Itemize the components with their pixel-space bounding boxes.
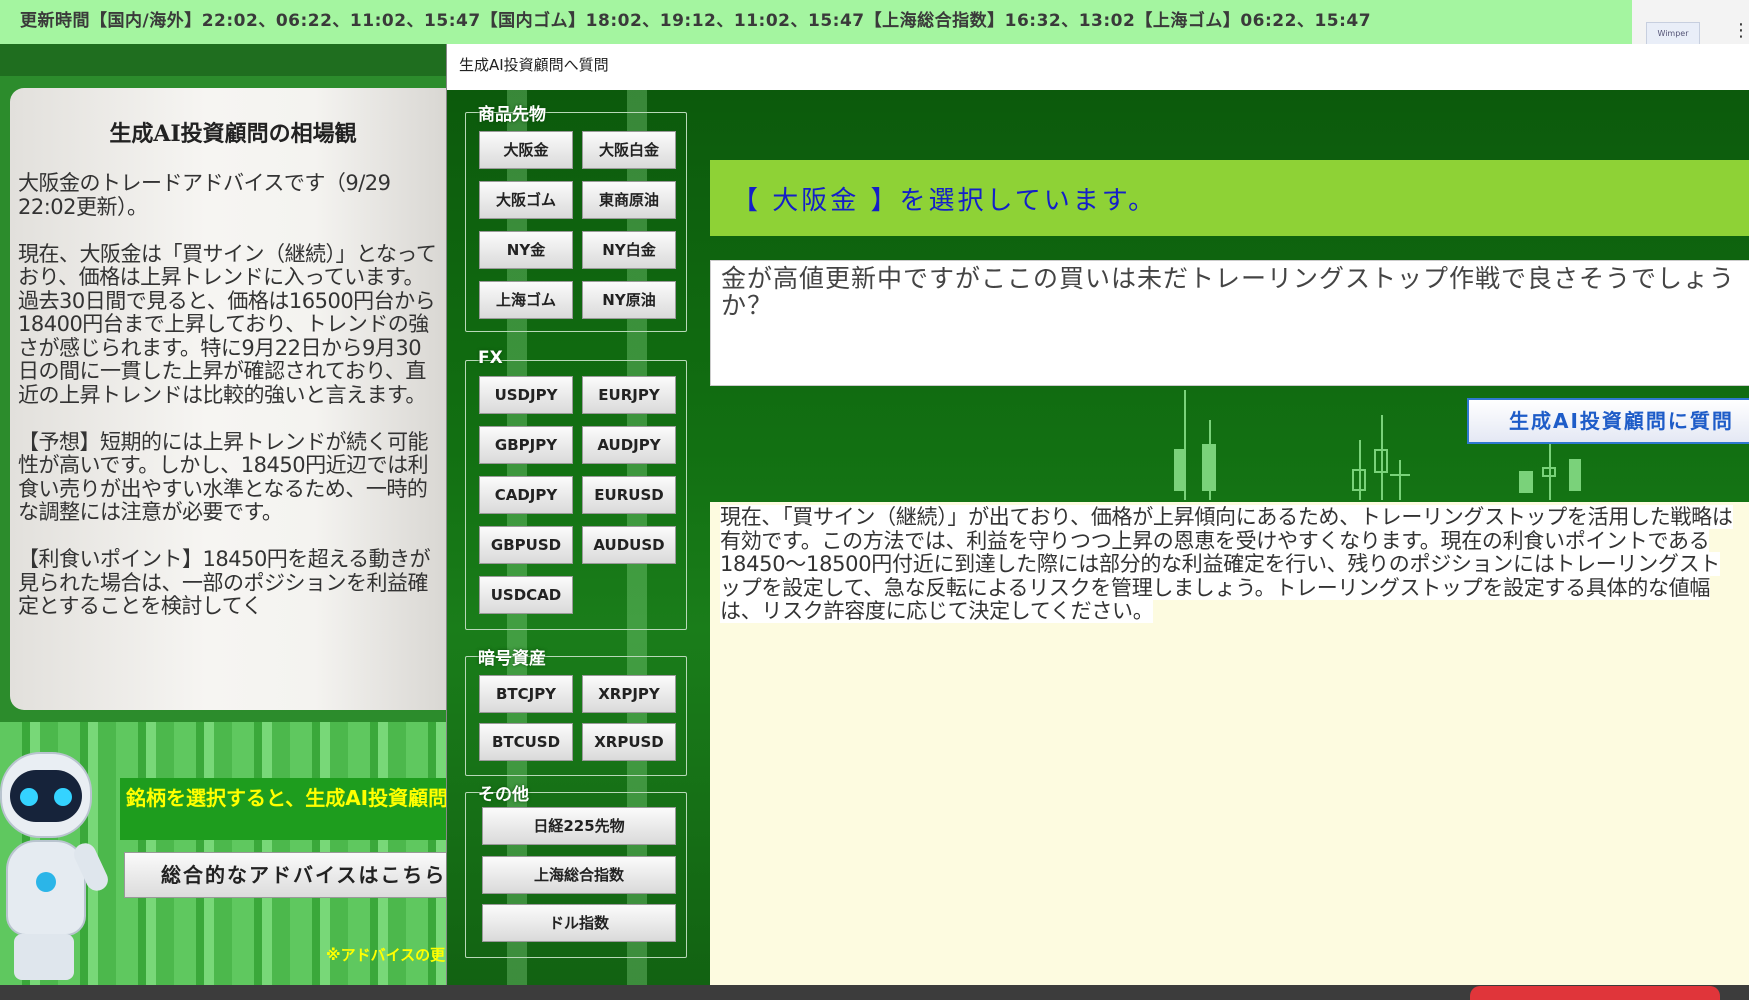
symbol-button-shanghai-composite[interactable]: 上海総合指数	[482, 856, 676, 894]
symbol-button-xrpjpy[interactable]: XRPJPY	[582, 675, 676, 713]
symbol-button-shanghai-rubber[interactable]: 上海ゴム	[479, 281, 573, 319]
symbol-button-ny-platinum[interactable]: NY白金	[582, 231, 676, 269]
ask-advisor-button[interactable]: 生成AI投資顧問に質問	[1467, 398, 1749, 444]
advice-paragraph: 現在、大阪金は「買サイン（継続）」となっており、価格は上昇トレンドに入っています…	[18, 241, 437, 407]
group-other: その他 日経225先物 上海総合指数 ドル指数	[465, 785, 687, 958]
symbol-button-usdjpy[interactable]: USDJPY	[479, 376, 573, 414]
ai-advisor-dialog: 生成AI投資顧問へ質問 商品先物 大阪金 大阪白金 大阪ゴム 東商原油 NY金 …	[446, 44, 1749, 988]
advice-paragraph: 大阪金のトレードアドバイスです（9/29 22:02更新）。	[18, 171, 397, 219]
market-view-title: 生成AI投資顧問の相場観	[109, 121, 357, 147]
robot-eye-right	[54, 788, 72, 806]
robot-chest-light	[36, 872, 56, 892]
left-pane-header-band	[0, 44, 446, 76]
top-right-toolbar: Wimper ⋮	[1632, 0, 1749, 46]
symbol-button-audjpy[interactable]: AUDJPY	[582, 426, 676, 464]
selection-hint: 銘柄を選択すると、生成AI投資顧問からのアドバイスが表示されます。	[120, 778, 446, 840]
market-view-text: 大阪金のトレードアドバイスです（9/29 22:02更新）。 現在、大阪金は「買…	[18, 171, 440, 619]
symbol-button-cadjpy[interactable]: CADJPY	[479, 476, 573, 514]
symbol-button-btcusd[interactable]: BTCUSD	[479, 723, 573, 761]
app-thumbnail[interactable]: Wimper	[1646, 22, 1700, 46]
answer-text: 現在、「買サイン（継続）」が出ており、価格が上昇傾向にあるため、トレーリングスト…	[720, 505, 1733, 623]
symbol-button-osaka-platinum[interactable]: 大阪白金	[582, 131, 676, 169]
update-times-ticker: 更新時間【国内/海外】22:02、06:22、11:02、15:47【国内ゴム】…	[0, 0, 1632, 44]
dialog-title: 生成AI投資顧問へ質問	[459, 56, 609, 74]
question-input[interactable]	[710, 260, 1749, 386]
group-label-other: その他	[478, 785, 529, 805]
symbol-button-gbpjpy[interactable]: GBPJPY	[479, 426, 573, 464]
group-label-crypto: 暗号資産	[478, 649, 546, 669]
selected-symbol-bar: 【 大阪金 】を選択しています。	[710, 160, 1749, 236]
bottom-red-tab[interactable]	[1470, 986, 1720, 1000]
symbol-button-tocom-crude[interactable]: 東商原油	[582, 181, 676, 219]
symbol-button-ny-crude[interactable]: NY原油	[582, 281, 676, 319]
overall-advice-button[interactable]: 総合的なアドバイスはこちら	[124, 852, 454, 898]
robot-face	[10, 770, 82, 822]
symbol-button-xrpusd[interactable]: XRPUSD	[582, 723, 676, 761]
robot-mascot	[0, 752, 112, 982]
symbol-button-nikkei225[interactable]: 日経225先物	[482, 807, 676, 845]
symbol-button-ny-gold[interactable]: NY金	[479, 231, 573, 269]
answer-panel: 現在、「買サイン（継続）」が出ており、価格が上昇傾向にあるため、トレーリングスト…	[710, 502, 1749, 988]
symbol-button-dollar-index[interactable]: ドル指数	[482, 904, 676, 942]
symbol-button-eurusd[interactable]: EURUSD	[582, 476, 676, 514]
symbol-button-osaka-gold[interactable]: 大阪金	[479, 131, 573, 169]
group-label-commodities: 商品先物	[478, 105, 546, 125]
robot-legs	[14, 934, 74, 980]
group-label-fx: FX	[478, 348, 503, 368]
group-crypto: 暗号資産 BTCJPY XRPJPY BTCUSD XRPUSD	[465, 649, 687, 776]
market-view-panel: 生成AI投資顧問の相場観 大阪金のトレードアドバイスです（9/29 22:02更…	[10, 88, 446, 710]
symbol-button-btcjpy[interactable]: BTCJPY	[479, 675, 573, 713]
dialog-body: 商品先物 大阪金 大阪白金 大阪ゴム 東商原油 NY金 NY白金 上海ゴム NY…	[447, 90, 1749, 988]
advice-paragraph: 【利食いポイント】18450円を超える動きが見られた場合は、一部のポジションを利…	[18, 547, 431, 618]
selected-symbol-text: 【 大阪金 】を選択しています。	[732, 186, 1158, 216]
symbol-button-audusd[interactable]: AUDUSD	[582, 526, 676, 564]
symbol-button-eurjpy[interactable]: EURJPY	[582, 376, 676, 414]
symbol-button-gbpusd[interactable]: GBPUSD	[479, 526, 573, 564]
more-menu-icon[interactable]: ⋮	[1732, 22, 1749, 40]
group-fx: FX USDJPY EURJPY GBPJPY AUDJPY CADJPY EU…	[465, 348, 687, 630]
advice-note: ※アドバイスの更	[326, 946, 446, 964]
robot-head	[0, 752, 92, 838]
robot-eye-left	[20, 788, 38, 806]
group-commodities: 商品先物 大阪金 大阪白金 大阪ゴム 東商原油 NY金 NY白金 上海ゴム NY…	[465, 105, 687, 332]
symbol-button-osaka-rubber[interactable]: 大阪ゴム	[479, 181, 573, 219]
advice-paragraph: 【予想】短期的には上昇トレンドが続く可能性が高いです。しかし、18450円近辺で…	[18, 429, 429, 524]
symbol-button-usdcad[interactable]: USDCAD	[479, 576, 573, 614]
